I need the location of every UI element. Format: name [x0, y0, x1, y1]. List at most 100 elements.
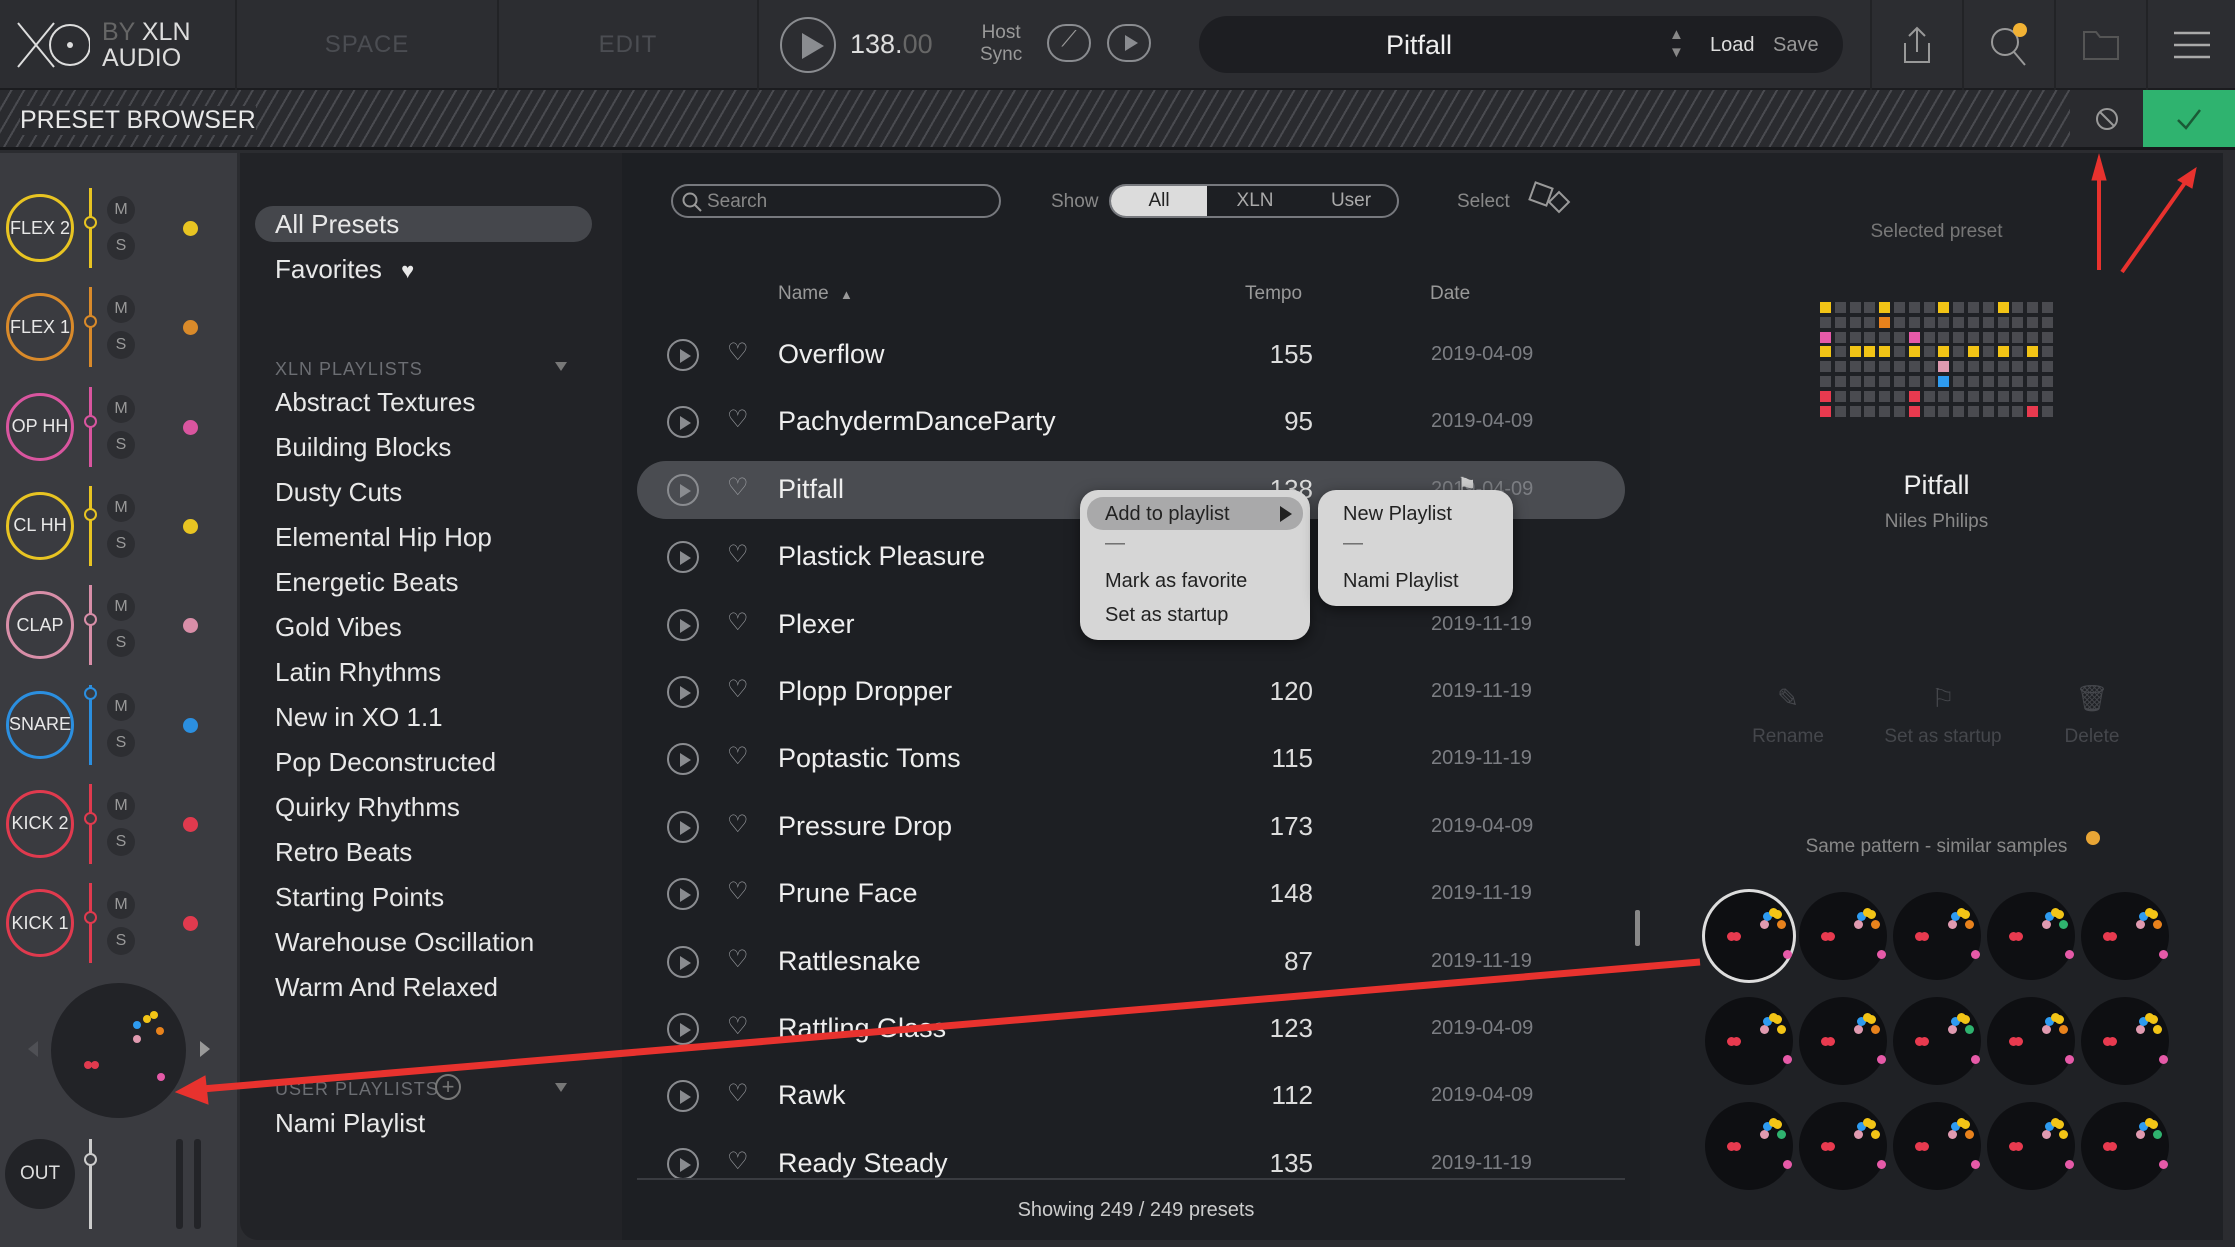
xln-playlist-item[interactable]: Building Blocks: [275, 432, 451, 463]
similar-kit-circle[interactable]: [1987, 892, 2075, 980]
channel-fader-knob[interactable]: [84, 911, 97, 925]
preview-play-icon[interactable]: [667, 339, 699, 371]
preview-play-icon[interactable]: [667, 743, 699, 776]
similar-kit-circle[interactable]: [1799, 997, 1887, 1085]
preset-row[interactable]: ♡ Prune Face 148 2019-11-19: [637, 865, 1625, 923]
rename-button[interactable]: ✎ Rename: [1708, 683, 1868, 748]
preset-row[interactable]: ♡ Ready Steady 135 2019-11-19: [637, 1135, 1625, 1178]
channel-fader-knob[interactable]: [84, 686, 97, 700]
filter-xln[interactable]: XLN: [1207, 186, 1303, 216]
similar-kit-circle[interactable]: [1893, 1102, 1981, 1190]
channel-knob[interactable]: CL HH: [6, 491, 74, 560]
mark-as-favorite-item[interactable]: Mark as favorite: [1105, 570, 1247, 593]
favorite-heart-icon[interactable]: ♡: [727, 877, 749, 906]
channel-fader-knob[interactable]: [84, 315, 97, 329]
channel-knob[interactable]: SNARE: [6, 690, 74, 759]
preset-selector[interactable]: Pitfall ▲ ▼ Load Save: [1199, 16, 1843, 73]
preview-play-icon[interactable]: [667, 810, 699, 843]
delete-button[interactable]: 🗑 Delete: [2012, 683, 2172, 748]
similar-kit-circle[interactable]: [1705, 997, 1793, 1085]
favorite-heart-icon[interactable]: ♡: [727, 742, 749, 771]
next-arrow-icon[interactable]: [200, 1041, 210, 1057]
metronome-button[interactable]: ⟋: [1047, 24, 1091, 62]
preset-row[interactable]: ♡ Plopp Dropper 120 2019-11-19: [637, 663, 1625, 721]
preview-play-icon[interactable]: [667, 878, 699, 911]
xln-playlist-item[interactable]: Gold Vibes: [275, 612, 402, 643]
date-column-header[interactable]: Date: [1430, 283, 1470, 305]
save-button[interactable]: Save: [1773, 34, 1819, 57]
preset-row[interactable]: ♡ Pressure Drop 173 2019-04-09: [637, 798, 1625, 856]
output-fader-knob[interactable]: [84, 1153, 97, 1166]
nami-playlist-item[interactable]: Nami Playlist: [1343, 570, 1459, 593]
preview-play-icon[interactable]: [667, 1013, 699, 1045]
preview-play-icon[interactable]: [667, 608, 699, 641]
random-select-dice-icon[interactable]: [1528, 181, 1580, 217]
preview-play-icon[interactable]: [667, 945, 699, 978]
search-samples-button[interactable]: [1964, 0, 2056, 90]
folder-button[interactable]: [2056, 0, 2148, 90]
channel-knob[interactable]: FLEX 2: [6, 194, 74, 262]
preset-row[interactable]: ♡ Poptastic Toms 115 2019-11-19: [637, 730, 1625, 788]
xln-playlist-item[interactable]: Dusty Cuts: [275, 477, 402, 508]
xln-playlist-item[interactable]: Starting Points: [275, 882, 444, 913]
solo-button[interactable]: S: [107, 728, 135, 757]
similar-kit-circle[interactable]: [1705, 892, 1793, 980]
similar-kit-circle[interactable]: [1987, 1102, 2075, 1190]
set-as-startup-button[interactable]: ⚐ Set as startup: [1863, 683, 2023, 748]
mute-button[interactable]: M: [107, 493, 135, 522]
channel-fader[interactable]: [89, 485, 92, 566]
similar-kit-circle[interactable]: [1893, 892, 1981, 980]
filter-all[interactable]: All: [1111, 186, 1207, 216]
preset-row[interactable]: ♡ PachydermDanceParty 95 2019-04-09: [637, 393, 1625, 451]
filter-user[interactable]: User: [1303, 186, 1397, 216]
mute-button[interactable]: M: [107, 891, 135, 920]
solo-button[interactable]: S: [107, 232, 135, 260]
similar-kit-circle[interactable]: [1799, 892, 1887, 980]
similar-kit-circle[interactable]: [2081, 892, 2169, 980]
tab-space[interactable]: SPACE: [237, 0, 499, 90]
xln-playlist-item[interactable]: Warm And Relaxed: [275, 972, 498, 1003]
similar-kit-circle[interactable]: [1705, 1102, 1793, 1190]
mute-button[interactable]: M: [107, 791, 135, 820]
preview-play-icon[interactable]: [667, 541, 699, 574]
favorite-heart-icon[interactable]: ♡: [727, 1079, 749, 1108]
confirm-button[interactable]: [2143, 90, 2235, 147]
xln-playlist-item[interactable]: Energetic Beats: [275, 567, 459, 598]
scrollbar-thumb[interactable]: [1635, 910, 1640, 946]
preset-up-down-arrows-icon[interactable]: ▲ ▼: [1669, 26, 1684, 62]
preset-row[interactable]: ♡ Rattlesnake 87 2019-11-19: [637, 933, 1625, 991]
preview-play-icon[interactable]: [667, 1080, 699, 1113]
channel-fader-knob[interactable]: [84, 414, 97, 428]
xln-collapse-icon[interactable]: [555, 362, 567, 371]
preset-row[interactable]: ♡ Rawk 112 2019-04-09: [637, 1067, 1625, 1125]
xy-pad[interactable]: [51, 983, 186, 1118]
channel-fader-knob[interactable]: [84, 216, 97, 229]
favorite-heart-icon[interactable]: ♡: [727, 945, 749, 974]
name-column-header[interactable]: Name ▲: [778, 283, 853, 305]
xln-playlist-item[interactable]: New in XO 1.1: [275, 702, 443, 733]
favorite-heart-icon[interactable]: ♡: [727, 405, 749, 434]
channel-fader-knob[interactable]: [84, 507, 97, 521]
channel-knob[interactable]: KICK 2: [6, 789, 74, 858]
cancel-button[interactable]: [2070, 90, 2143, 147]
user-collapse-icon[interactable]: [555, 1083, 567, 1092]
mute-button[interactable]: M: [107, 692, 135, 721]
play-button[interactable]: [780, 17, 836, 73]
load-button[interactable]: Load: [1710, 34, 1755, 57]
similar-kit-circle[interactable]: [2081, 997, 2169, 1085]
similar-kit-circle[interactable]: [1987, 997, 2075, 1085]
preview-play-icon[interactable]: [667, 1147, 699, 1178]
preview-play-icon[interactable]: [667, 473, 699, 506]
solo-button[interactable]: S: [107, 629, 135, 658]
similar-kit-circle[interactable]: [1799, 1102, 1887, 1190]
export-button[interactable]: [1870, 0, 1964, 90]
preview-play-icon[interactable]: [667, 406, 699, 439]
favorite-heart-icon[interactable]: ♡: [727, 338, 749, 367]
similar-kit-circle[interactable]: [1893, 997, 1981, 1085]
add-playlist-icon[interactable]: +: [435, 1074, 461, 1100]
mute-button[interactable]: M: [107, 593, 135, 622]
all-presets-label[interactable]: All Presets: [275, 209, 399, 240]
channel-knob[interactable]: CLAP: [6, 591, 74, 660]
solo-button[interactable]: S: [107, 430, 135, 459]
tempo-display[interactable]: 138.00: [850, 29, 933, 60]
